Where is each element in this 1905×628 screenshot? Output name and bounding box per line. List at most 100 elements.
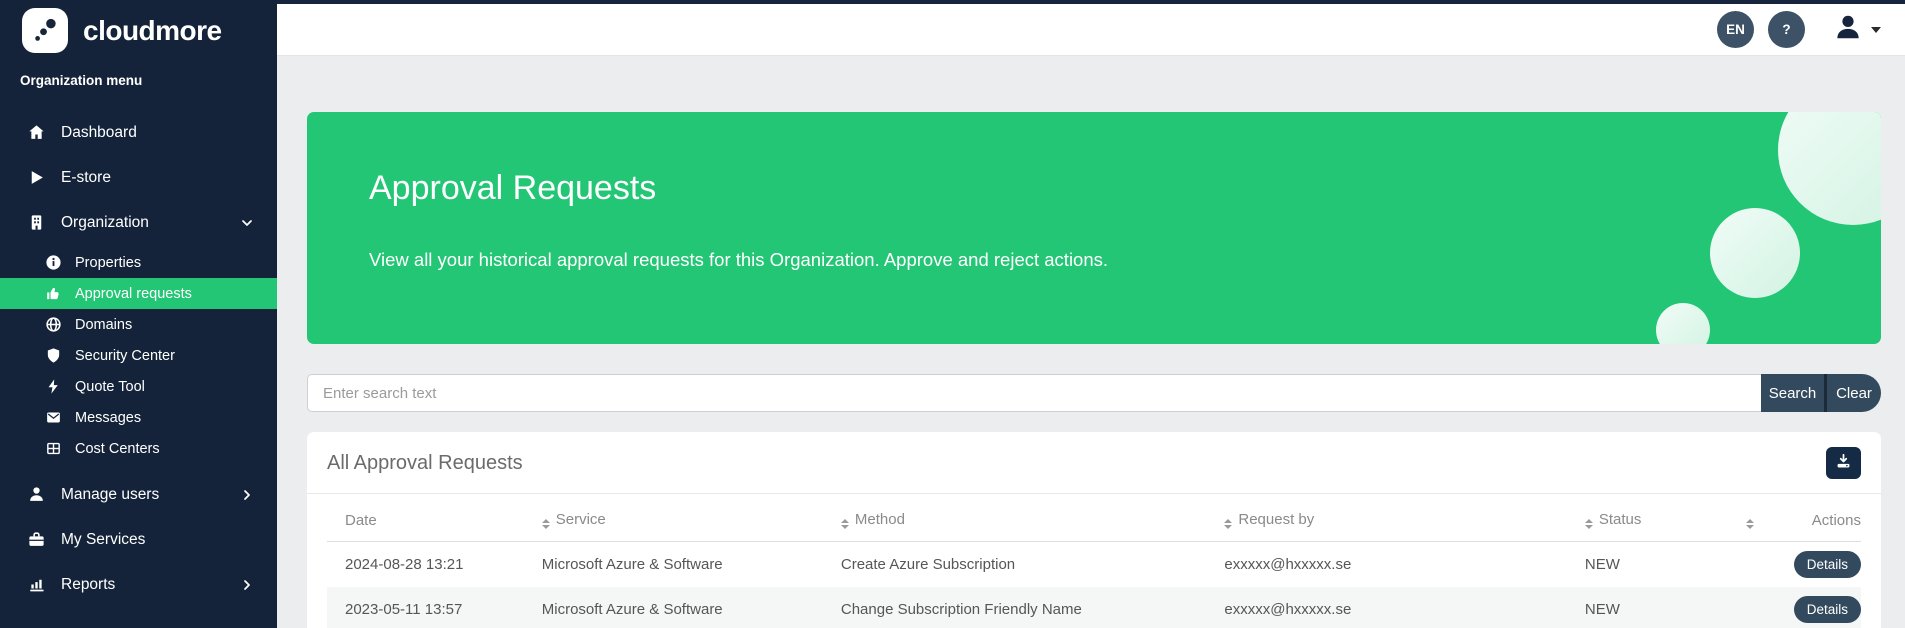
decorative-circle bbox=[1656, 303, 1710, 344]
download-icon bbox=[1834, 452, 1853, 474]
sidebar-item-my-services[interactable]: My Services bbox=[0, 517, 277, 562]
sort-icon bbox=[1585, 519, 1593, 529]
cell-status: NEW bbox=[1585, 542, 1746, 588]
home-icon bbox=[27, 123, 46, 142]
briefcase-icon bbox=[27, 530, 46, 549]
sidebar-item-label: Reports bbox=[61, 576, 115, 594]
sort-icon bbox=[1224, 519, 1232, 529]
column-header-date: Date bbox=[327, 494, 542, 542]
cell-empty bbox=[1746, 542, 1784, 588]
sort-icon bbox=[1746, 519, 1754, 529]
sidebar-item-label: Dashboard bbox=[61, 124, 137, 142]
sidebar-item-organization[interactable]: Organization bbox=[0, 200, 277, 245]
approval-requests-panel: All Approval Requests bbox=[307, 432, 1881, 628]
sort-icon bbox=[542, 519, 550, 529]
main-area: EN ? Approval Requests View all your his… bbox=[277, 0, 1905, 628]
cell-service: Microsoft Azure & Software bbox=[542, 587, 841, 628]
page-title: Approval Requests bbox=[369, 169, 656, 208]
cell-request-by: exxxxx@hxxxxx.se bbox=[1224, 587, 1584, 628]
grid-icon bbox=[45, 440, 62, 457]
sidebar-item-cost-centers[interactable]: Cost Centers bbox=[0, 433, 277, 464]
panel-header: All Approval Requests bbox=[307, 432, 1881, 493]
column-header-method[interactable]: Method bbox=[841, 494, 1225, 542]
search-input[interactable] bbox=[307, 374, 1761, 412]
caret-down-icon bbox=[1871, 27, 1881, 33]
top-header: EN ? bbox=[277, 0, 1905, 56]
sidebar-item-label: Messages bbox=[75, 410, 141, 426]
sidebar-item-label: Quote Tool bbox=[75, 379, 145, 395]
decorative-circle bbox=[1710, 208, 1800, 298]
column-header-request-by[interactable]: Request by bbox=[1224, 494, 1584, 542]
decorative-circle bbox=[1778, 112, 1881, 225]
play-icon bbox=[27, 168, 46, 187]
sidebar-item-label: E-store bbox=[61, 169, 111, 187]
brand-logo[interactable]: cloudmore bbox=[0, 0, 277, 53]
user-icon bbox=[27, 485, 46, 504]
bar-chart-icon bbox=[27, 575, 46, 594]
column-header-actions: Actions bbox=[1784, 494, 1861, 542]
cell-method: Create Azure Subscription bbox=[841, 542, 1225, 588]
thumbs-up-icon bbox=[45, 285, 62, 302]
sidebar-item-label: Security Center bbox=[75, 348, 175, 364]
sidebar-item-label: My Services bbox=[61, 531, 145, 549]
shield-icon bbox=[45, 347, 62, 364]
brand-name: cloudmore bbox=[83, 15, 222, 47]
sort-icon bbox=[841, 519, 849, 529]
approval-requests-table: Date Service Method Request by Status Ac… bbox=[307, 494, 1881, 628]
sidebar-item-reports[interactable]: Reports bbox=[0, 562, 277, 607]
column-header-service[interactable]: Service bbox=[542, 494, 841, 542]
sidebar-item-label: Properties bbox=[75, 255, 141, 271]
lightning-icon bbox=[45, 378, 62, 395]
chevron-right-icon bbox=[239, 577, 255, 593]
user-menu[interactable] bbox=[1833, 12, 1881, 47]
table-row: 2024-08-28 13:21 Microsoft Azure & Softw… bbox=[327, 542, 1861, 588]
avatar-icon bbox=[1833, 12, 1863, 47]
cell-request-by: exxxxx@hxxxxx.se bbox=[1224, 542, 1584, 588]
sidebar-item-properties[interactable]: Properties bbox=[0, 247, 277, 278]
content-area: Approval Requests View all your historic… bbox=[277, 56, 1905, 628]
building-icon bbox=[27, 213, 46, 232]
table-header-row: Date Service Method Request by Status Ac… bbox=[327, 494, 1861, 542]
search-button[interactable]: Search bbox=[1761, 374, 1824, 412]
cloudmore-logo-icon bbox=[22, 8, 68, 53]
panel-title: All Approval Requests bbox=[327, 452, 523, 475]
globe-icon bbox=[45, 316, 62, 333]
sidebar: cloudmore Organization menu Dashboard E-… bbox=[0, 0, 277, 628]
page-description: View all your historical approval reques… bbox=[369, 249, 1108, 271]
sidebar-item-label: Domains bbox=[75, 317, 132, 333]
details-button[interactable]: Details bbox=[1794, 596, 1861, 623]
sidebar-item-security-center[interactable]: Security Center bbox=[0, 340, 277, 371]
search-bar: Search Clear bbox=[307, 374, 1881, 412]
sidebar-item-domains[interactable]: Domains bbox=[0, 309, 277, 340]
sidebar-item-label: Cost Centers bbox=[75, 441, 160, 457]
chevron-right-icon bbox=[239, 487, 255, 503]
cell-service: Microsoft Azure & Software bbox=[542, 542, 841, 588]
language-button[interactable]: EN bbox=[1717, 11, 1754, 48]
download-button[interactable] bbox=[1826, 447, 1861, 479]
info-icon bbox=[45, 254, 62, 271]
sidebar-item-quote-tool[interactable]: Quote Tool bbox=[0, 371, 277, 402]
sidebar-item-manage-users[interactable]: Manage users bbox=[0, 472, 277, 517]
sidebar-section-label: Organization menu bbox=[0, 53, 277, 88]
envelope-icon bbox=[45, 409, 62, 426]
sidebar-item-approval-requests[interactable]: Approval requests bbox=[0, 278, 277, 309]
cell-date: 2023-05-11 13:57 bbox=[327, 587, 542, 628]
sidebar-item-label: Approval requests bbox=[75, 286, 192, 302]
page-banner: Approval Requests View all your historic… bbox=[307, 112, 1881, 344]
help-button[interactable]: ? bbox=[1768, 11, 1805, 48]
cell-actions: Details bbox=[1784, 587, 1861, 628]
column-header-status[interactable]: Status bbox=[1585, 494, 1746, 542]
details-button[interactable]: Details bbox=[1794, 551, 1861, 578]
sidebar-item-messages[interactable]: Messages bbox=[0, 402, 277, 433]
cell-status: NEW bbox=[1585, 587, 1746, 628]
sidebar-item-label: Organization bbox=[61, 214, 149, 232]
table-row: 2023-05-11 13:57 Microsoft Azure & Softw… bbox=[327, 587, 1861, 628]
app-window: cloudmore Organization menu Dashboard E-… bbox=[0, 0, 1905, 628]
cell-date: 2024-08-28 13:21 bbox=[327, 542, 542, 588]
column-header-sort-only[interactable] bbox=[1746, 494, 1784, 542]
cell-method: Change Subscription Friendly Name bbox=[841, 587, 1225, 628]
sidebar-item-estore[interactable]: E-store bbox=[0, 155, 277, 200]
clear-button[interactable]: Clear bbox=[1824, 374, 1881, 412]
chevron-down-icon bbox=[239, 215, 255, 231]
sidebar-item-dashboard[interactable]: Dashboard bbox=[0, 110, 277, 155]
